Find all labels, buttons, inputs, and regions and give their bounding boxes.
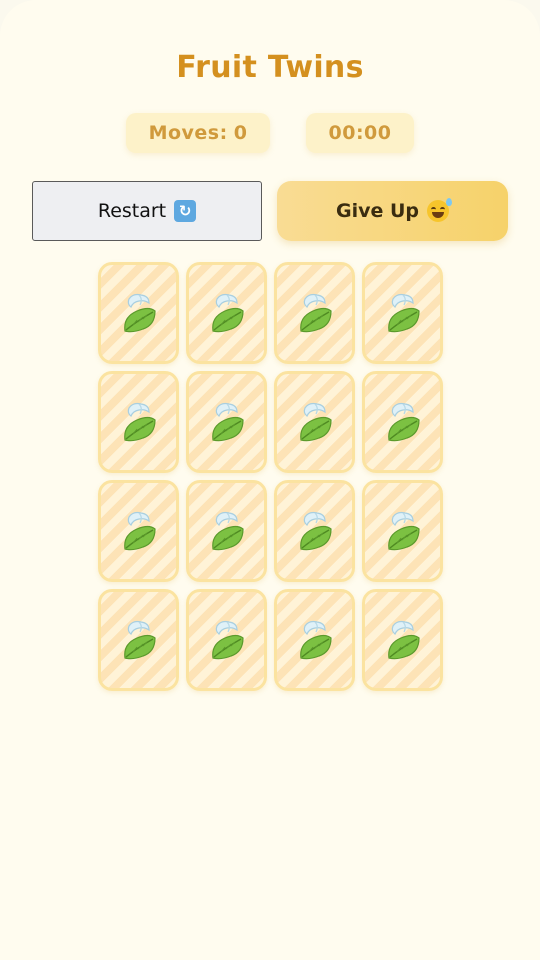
memory-card[interactable] xyxy=(98,262,179,364)
leaf-fluttering-in-wind-icon xyxy=(207,509,247,553)
leaf-fluttering-in-wind-icon xyxy=(119,509,159,553)
give-up-label: Give Up xyxy=(335,200,420,222)
restart-label: Restart xyxy=(97,200,167,222)
restart-button[interactable]: Restart ↻ xyxy=(32,181,262,241)
memory-card[interactable] xyxy=(186,589,267,691)
memory-card[interactable] xyxy=(274,371,355,473)
leaf-fluttering-in-wind-icon xyxy=(119,618,159,662)
moves-counter: Moves: 0 xyxy=(126,113,270,153)
leaf-fluttering-in-wind-icon xyxy=(383,618,423,662)
memory-card[interactable] xyxy=(98,589,179,691)
game-title: Fruit Twins xyxy=(176,50,364,85)
leaf-fluttering-in-wind-icon xyxy=(207,400,247,444)
leaf-fluttering-in-wind-icon xyxy=(295,509,335,553)
leaf-fluttering-in-wind-icon xyxy=(207,618,247,662)
leaf-fluttering-in-wind-icon xyxy=(119,400,159,444)
timer-display: 00:00 xyxy=(306,113,414,153)
leaf-fluttering-in-wind-icon xyxy=(383,291,423,335)
leaf-fluttering-in-wind-icon xyxy=(119,291,159,335)
timer-value: 00:00 xyxy=(328,122,392,144)
memory-card[interactable] xyxy=(274,262,355,364)
memory-card[interactable] xyxy=(362,262,443,364)
moves-value: 0 xyxy=(233,122,248,144)
moves-label: Moves: xyxy=(148,122,228,144)
game-screen: Fruit Twins Moves: 0 00:00 Restart ↻ Giv… xyxy=(0,0,540,960)
memory-card[interactable] xyxy=(98,371,179,473)
memory-card[interactable] xyxy=(362,371,443,473)
memory-card[interactable] xyxy=(98,480,179,582)
grinning-sweat-face-icon xyxy=(427,198,453,222)
leaf-fluttering-in-wind-icon xyxy=(207,291,247,335)
memory-card[interactable] xyxy=(186,371,267,473)
leaf-fluttering-in-wind-icon xyxy=(295,291,335,335)
card-grid xyxy=(98,262,443,691)
memory-card[interactable] xyxy=(274,589,355,691)
memory-card[interactable] xyxy=(362,480,443,582)
give-up-button[interactable]: Give Up xyxy=(277,181,508,241)
memory-card[interactable] xyxy=(362,589,443,691)
arrows-counterclockwise-icon: ↻ xyxy=(174,200,197,222)
memory-card[interactable] xyxy=(274,480,355,582)
leaf-fluttering-in-wind-icon xyxy=(383,400,423,444)
memory-card[interactable] xyxy=(186,480,267,582)
leaf-fluttering-in-wind-icon xyxy=(295,400,335,444)
leaf-fluttering-in-wind-icon xyxy=(383,509,423,553)
memory-card[interactable] xyxy=(186,262,267,364)
leaf-fluttering-in-wind-icon xyxy=(295,618,335,662)
